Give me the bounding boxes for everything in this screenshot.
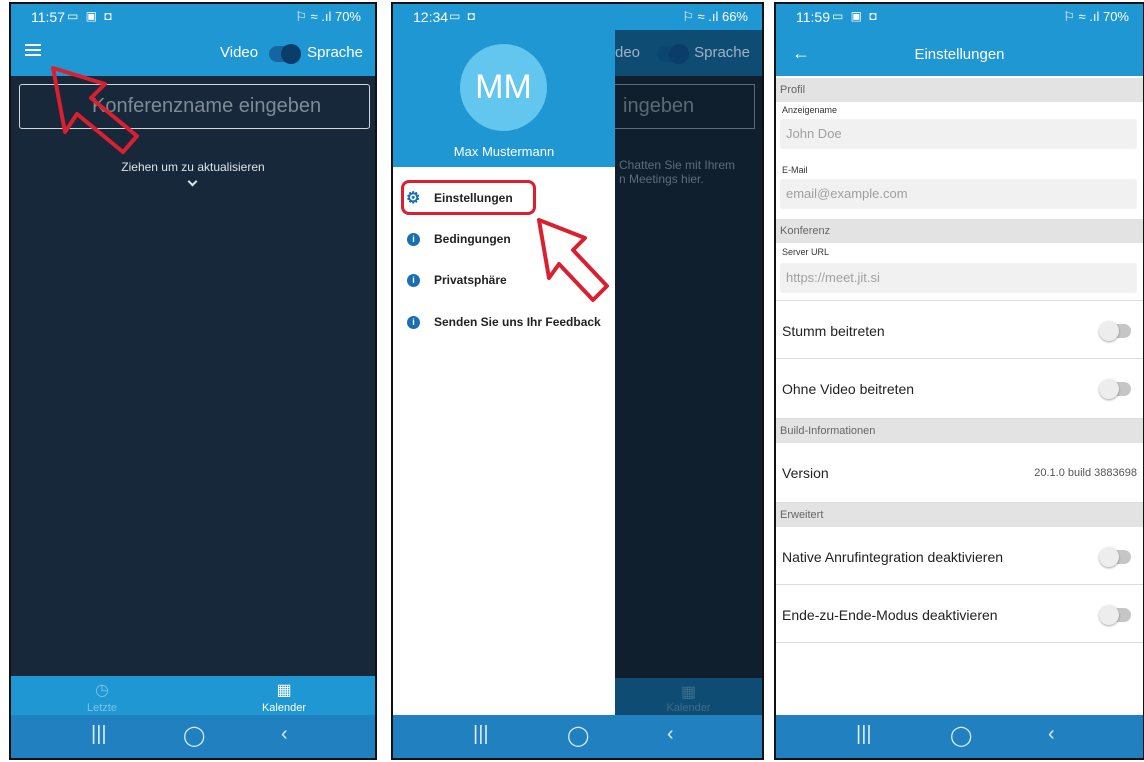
display-name-label: Anzeigename (782, 105, 838, 115)
system-nav-bar: ||| ◯ ‹ (393, 715, 762, 758)
server-url-label: Server URL (782, 247, 830, 257)
e2e-toggle[interactable] (1099, 605, 1131, 625)
home-icon[interactable]: ◯ (183, 723, 205, 748)
call-integration-toggle[interactable] (1099, 547, 1131, 567)
chevron-down-icon (187, 176, 198, 187)
notification-icons: ▭ ◘ (449, 9, 477, 23)
dimmed-conference-input: ingeben (615, 84, 755, 129)
setting-row-join-muted[interactable]: Stumm beitreten (776, 301, 1143, 359)
status-time: 11:57 (31, 9, 65, 25)
dimmed-hint-text: Chatten Sie mit Ihrem n Meetings hier. (619, 158, 736, 186)
recent-apps-icon[interactable]: ||| (473, 723, 489, 746)
highlight-box (401, 180, 536, 215)
calendar-icon: ▦ (680, 684, 697, 701)
system-nav-bar: ||| ◯ ‹ (11, 715, 375, 758)
version-label: Version (782, 465, 829, 481)
tab-calendar[interactable]: ▦ Kalender (193, 676, 375, 714)
tab-recent[interactable]: ◷ Letzte (11, 676, 193, 714)
menu-icon[interactable] (25, 44, 41, 56)
status-bar: 12:34 ▭ ◘ ⚐ ≈ .ıl 66% (393, 4, 762, 30)
recent-apps-icon[interactable]: ||| (856, 723, 872, 746)
setting-row-join-no-video[interactable]: Ohne Video beitreten (776, 359, 1143, 419)
info-icon: i (407, 316, 420, 329)
join-muted-toggle[interactable] (1099, 321, 1131, 341)
email-input[interactable]: email@example.com (780, 179, 1137, 209)
back-nav-icon[interactable]: ‹ (667, 723, 674, 746)
version-row: Version 20.1.0 build 3883698 (776, 443, 1143, 503)
status-time: 11:59 (796, 9, 830, 25)
video-language-toggle[interactable] (269, 44, 301, 64)
setting-row-call-integration[interactable]: Native Anrufintegration deaktivieren (776, 527, 1143, 585)
drawer-header: MM Max Mustermann (393, 30, 615, 167)
navigation-drawer: MM Max Mustermann ⚙ Einstellungen i Bedi… (393, 30, 615, 722)
dimmed-app-header: deo Sprache (615, 30, 762, 76)
status-time: 12:34 (413, 9, 449, 25)
back-nav-icon[interactable]: ‹ (1048, 723, 1055, 746)
video-label: Video (220, 44, 259, 61)
version-value: 20.1.0 build 3883698 (1034, 467, 1137, 479)
info-icon: i (407, 233, 420, 246)
settings-header: ← Einstellungen (776, 30, 1143, 76)
page-title: Einstellungen (914, 46, 1005, 63)
phone-settings-screen: 11:59 ▭ ▣ ◘ ⚐ ≈ .ıl 70% ← Einstellungen … (774, 2, 1144, 760)
display-name-input[interactable]: John Doe (780, 119, 1137, 149)
notification-icons: ▭ ▣ ◘ (832, 9, 879, 23)
section-conference: Konferenz (776, 219, 1143, 243)
phone-home-screen: 11:57 ▭ ▣ ◘ ⚐ ≈ .ıl 70% Video Sprache Ko… (9, 2, 377, 760)
setting-row-e2e[interactable]: Ende-zu-Ende-Modus deaktivieren (776, 585, 1143, 643)
pull-to-refresh-text: Ziehen um zu aktualisieren (121, 160, 265, 174)
section-advanced: Erweitert (776, 503, 1143, 527)
join-no-video-toggle[interactable] (1099, 379, 1131, 399)
dimmed-toggle (657, 44, 689, 64)
calendar-icon: ▦ (276, 682, 292, 699)
notification-icons: ▭ ▣ ◘ (67, 9, 114, 23)
phone-drawer-screen: 12:34 ▭ ◘ ⚐ ≈ .ıl 66% deo Sprache ingebe… (391, 2, 764, 760)
history-icon: ◷ (95, 682, 109, 699)
section-profile: Profil (776, 78, 1143, 102)
email-label: E-Mail (782, 165, 808, 175)
info-icon: i (407, 274, 420, 287)
app-header: Video Sprache (11, 30, 375, 76)
status-bar: 11:59 ▭ ▣ ◘ ⚐ ≈ .ıl 70% (776, 4, 1143, 30)
home-icon[interactable]: ◯ (950, 723, 972, 748)
status-bar: 11:57 ▭ ▣ ◘ ⚐ ≈ .ıl 70% (11, 4, 375, 30)
user-name: Max Mustermann (453, 144, 555, 159)
bottom-tab-bar: ◷ Letzte ▦ Kalender (11, 676, 375, 719)
status-indicators: ⚐ ≈ .ıl 70% (295, 9, 361, 24)
conference-name-input[interactable]: Konferenzname eingeben (19, 84, 370, 129)
status-indicators: ⚐ ≈ .ıl 66% (682, 9, 748, 24)
back-nav-icon[interactable]: ‹ (281, 723, 288, 746)
system-nav-bar: ||| ◯ ‹ (776, 715, 1143, 758)
section-build-info: Build-Informationen (776, 419, 1143, 443)
server-url-input[interactable]: https://meet.jit.si (780, 263, 1137, 293)
home-icon[interactable]: ◯ (567, 723, 589, 748)
status-indicators: ⚐ ≈ .ıl 70% (1063, 9, 1129, 24)
language-label: Sprache (307, 44, 363, 61)
recent-apps-icon[interactable]: ||| (91, 723, 107, 746)
avatar: MM (460, 44, 547, 131)
